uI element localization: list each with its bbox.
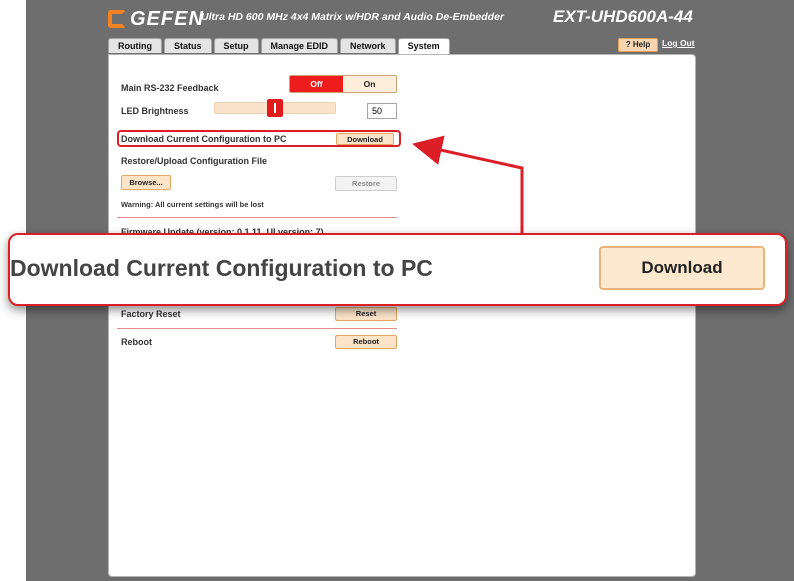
logout-link[interactable]: Log Out (662, 38, 695, 48)
factory-reset-label: Factory Reset (121, 309, 181, 319)
tab-manage-edid[interactable]: Manage EDID (260, 38, 339, 53)
rs232-feedback-toggle: Off On (289, 75, 397, 93)
download-config-label: Download Current Configuration to PC (121, 134, 287, 144)
device-subtitle: Ultra HD 600 MHz 4x4 Matrix w/HDR and Au… (201, 11, 505, 23)
rs232-off-option[interactable]: Off (290, 76, 343, 92)
callout-download-label: Download Current Configuration to PC (10, 255, 433, 281)
divider (117, 328, 397, 329)
brand-name: GEFEN (130, 7, 204, 30)
slider-handle[interactable] (267, 99, 283, 117)
reset-button[interactable]: Reset (335, 307, 397, 321)
help-button[interactable]: ? Help (618, 38, 658, 52)
led-brightness-input[interactable]: 50 (367, 103, 397, 119)
tab-system[interactable]: System (397, 38, 450, 55)
rs232-on-option[interactable]: On (343, 76, 396, 92)
device-model: EXT-UHD600A-44 (553, 7, 693, 26)
tab-setup[interactable]: Setup (213, 38, 259, 53)
restore-button[interactable]: Restore (335, 176, 397, 191)
tab-status[interactable]: Status (164, 38, 212, 53)
divider (117, 217, 397, 218)
reboot-label: Reboot (121, 337, 152, 347)
browse-button[interactable]: Browse... (121, 175, 171, 190)
tab-bar: Routing Status Setup Manage EDID Network… (108, 38, 450, 55)
led-brightness-label: LED Brightness (121, 106, 189, 116)
tab-network[interactable]: Network (340, 38, 396, 53)
gefen-logo-icon (108, 10, 126, 28)
zoom-callout: Download Current Configuration to PC Dow… (8, 233, 787, 306)
warning-text: Warning: All current settings will be lo… (121, 200, 264, 209)
callout-download-button[interactable]: Download (599, 246, 765, 290)
rs232-feedback-label: Main RS-232 Feedback (121, 83, 219, 93)
reboot-button[interactable]: Reboot (335, 335, 397, 349)
tab-routing[interactable]: Routing (108, 38, 162, 53)
gefen-logo: GEFEN (108, 6, 204, 32)
led-brightness-slider[interactable] (214, 99, 336, 117)
download-button[interactable]: Download (336, 133, 394, 145)
restore-config-label: Restore/Upload Configuration File (121, 156, 268, 166)
system-panel: Main RS-232 Feedback Off On LED Brightne… (108, 54, 696, 577)
